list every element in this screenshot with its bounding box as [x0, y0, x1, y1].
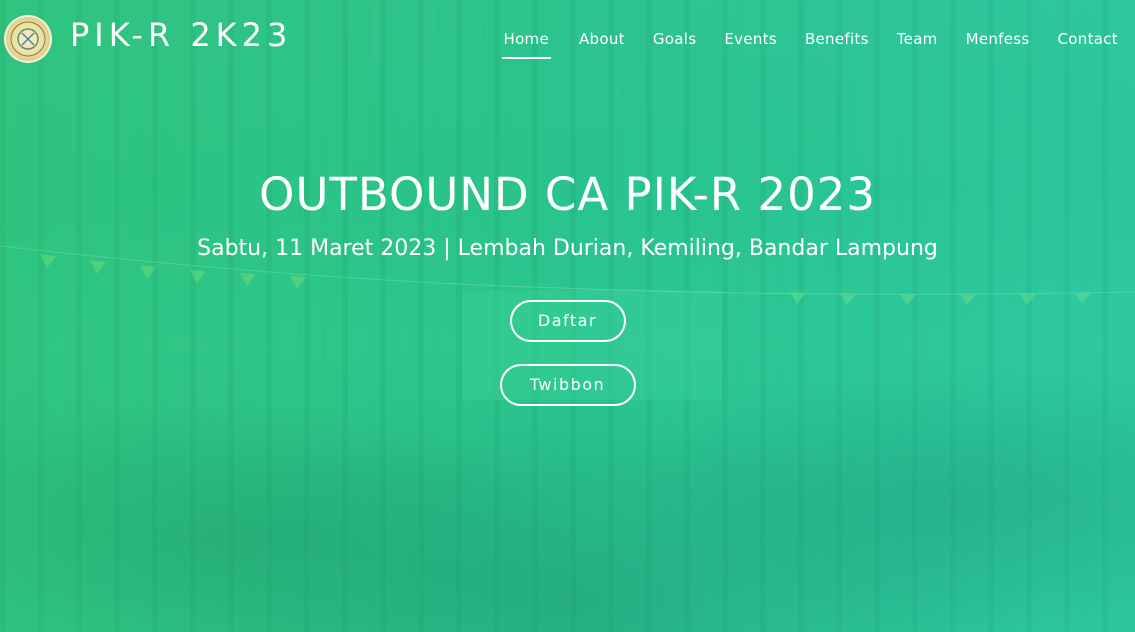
nav-link-team[interactable]: Team [897, 30, 938, 57]
navbar: PIK-R 2K23 Home About Goals Events Benef… [0, 0, 1135, 78]
nav-item-benefits: Benefits [805, 30, 869, 59]
nav-item-home: Home [501, 30, 551, 59]
nav-link-benefits[interactable]: Benefits [805, 30, 869, 57]
nav-item-about: About [579, 30, 625, 59]
nav-item-team: Team [897, 30, 938, 59]
hero-subtitle: Sabtu, 11 Maret 2023 | Lembah Durian, Ke… [197, 236, 938, 261]
nav-item-events: Events [724, 30, 777, 59]
main-nav: Home About Goals Events Benefits Team Me… [474, 30, 1119, 59]
hero-section: PIK-R 2K23 Home About Goals Events Benef… [0, 0, 1135, 632]
nav-item-goals: Goals [653, 30, 696, 59]
nav-link-contact[interactable]: Contact [1058, 30, 1118, 57]
nav-link-home[interactable]: Home [501, 30, 551, 59]
nav-item-contact: Contact [1058, 30, 1118, 59]
daftar-button[interactable]: Daftar [509, 300, 626, 342]
brand-title[interactable]: PIK-R 2K23 [70, 16, 292, 54]
logo-emblem-icon [10, 21, 46, 57]
nav-link-goals[interactable]: Goals [653, 30, 696, 57]
nav-link-menfess[interactable]: Menfess [966, 30, 1030, 57]
nav-link-about[interactable]: About [579, 30, 625, 57]
organization-seal-icon[interactable] [4, 15, 52, 63]
twibbon-button[interactable]: Twibbon [499, 364, 636, 406]
nav-link-events[interactable]: Events [724, 30, 777, 57]
nav-item-menfess: Menfess [966, 30, 1030, 59]
hero-title: OUTBOUND CA PIK-R 2023 [259, 168, 876, 221]
